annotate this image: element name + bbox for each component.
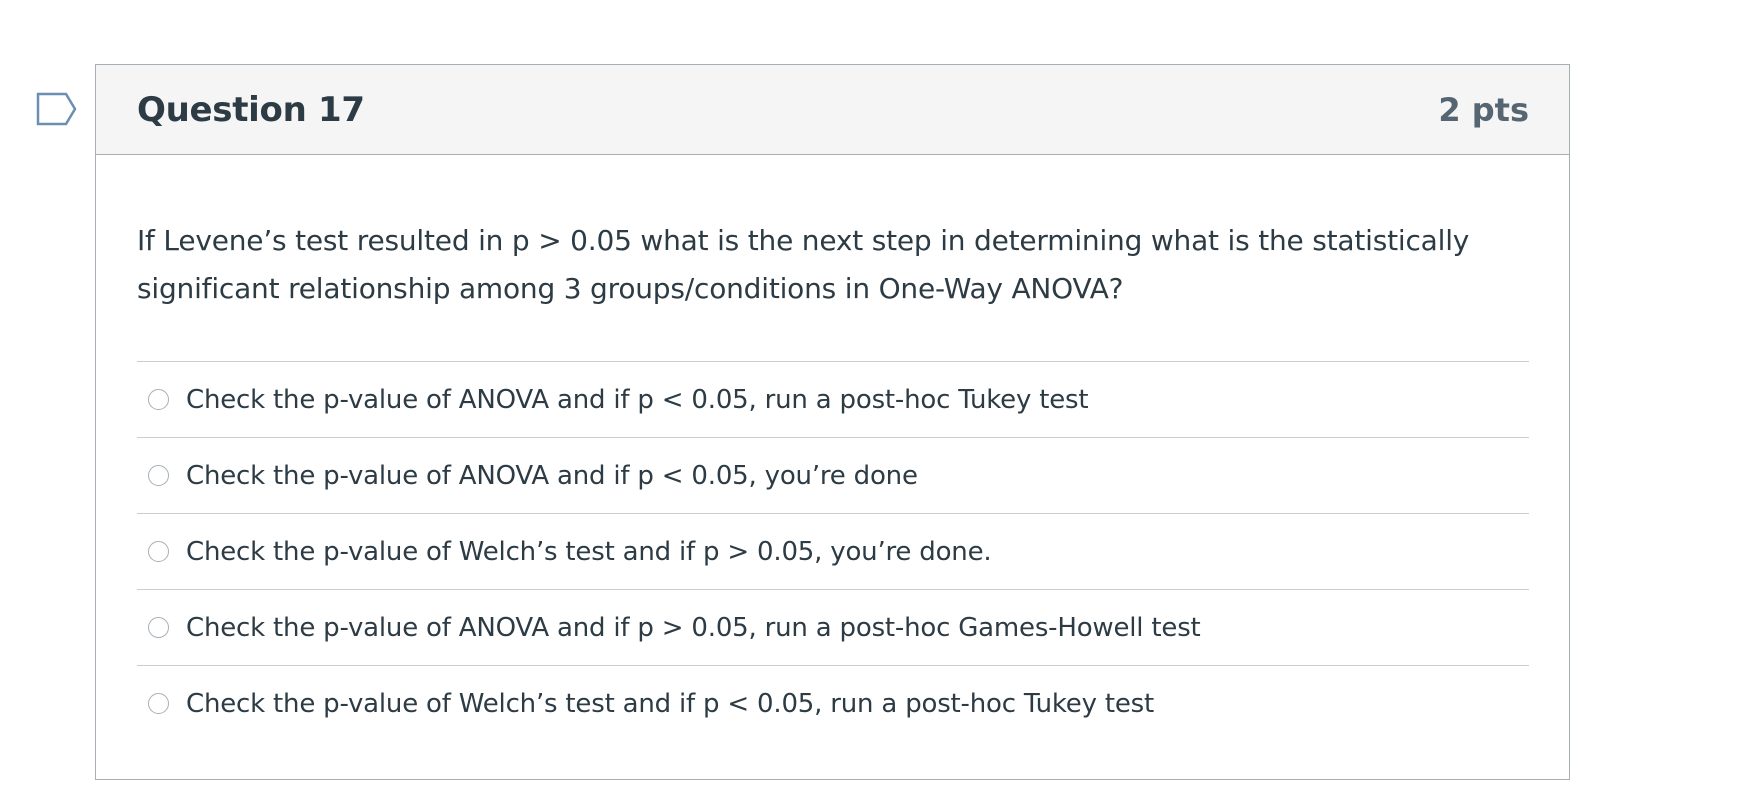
question-points: 2 pts [1438,90,1529,129]
radio-button[interactable] [148,617,169,638]
question-card: Question 17 2 pts If Levene’s test resul… [95,64,1570,780]
radio-button[interactable] [148,693,169,714]
answer-list: Check the p-value of ANOVA and if p < 0.… [137,361,1529,741]
answer-option-2[interactable]: Check the p-value of ANOVA and if p < 0.… [137,438,1529,514]
answer-label: Check the p-value of Welch’s test and if… [186,688,1154,719]
answer-label: Check the p-value of ANOVA and if p < 0.… [186,460,918,491]
answer-label: Check the p-value of ANOVA and if p < 0.… [186,384,1089,415]
radio-button[interactable] [148,389,169,410]
answer-option-5[interactable]: Check the p-value of Welch’s test and if… [137,666,1529,741]
answer-label: Check the p-value of Welch’s test and if… [186,536,992,567]
question-body: If Levene’s test resulted in p > 0.05 wh… [96,155,1569,741]
answer-option-1[interactable]: Check the p-value of ANOVA and if p < 0.… [137,362,1529,438]
flag-question-icon[interactable] [36,92,78,126]
answer-label: Check the p-value of ANOVA and if p > 0.… [186,612,1201,643]
radio-button[interactable] [148,541,169,562]
question-header: Question 17 2 pts [96,65,1569,155]
answer-option-4[interactable]: Check the p-value of ANOVA and if p > 0.… [137,590,1529,666]
answer-option-3[interactable]: Check the p-value of Welch’s test and if… [137,514,1529,590]
radio-button[interactable] [148,465,169,486]
question-title: Question 17 [137,89,365,130]
question-text: If Levene’s test resulted in p > 0.05 wh… [137,224,1470,305]
